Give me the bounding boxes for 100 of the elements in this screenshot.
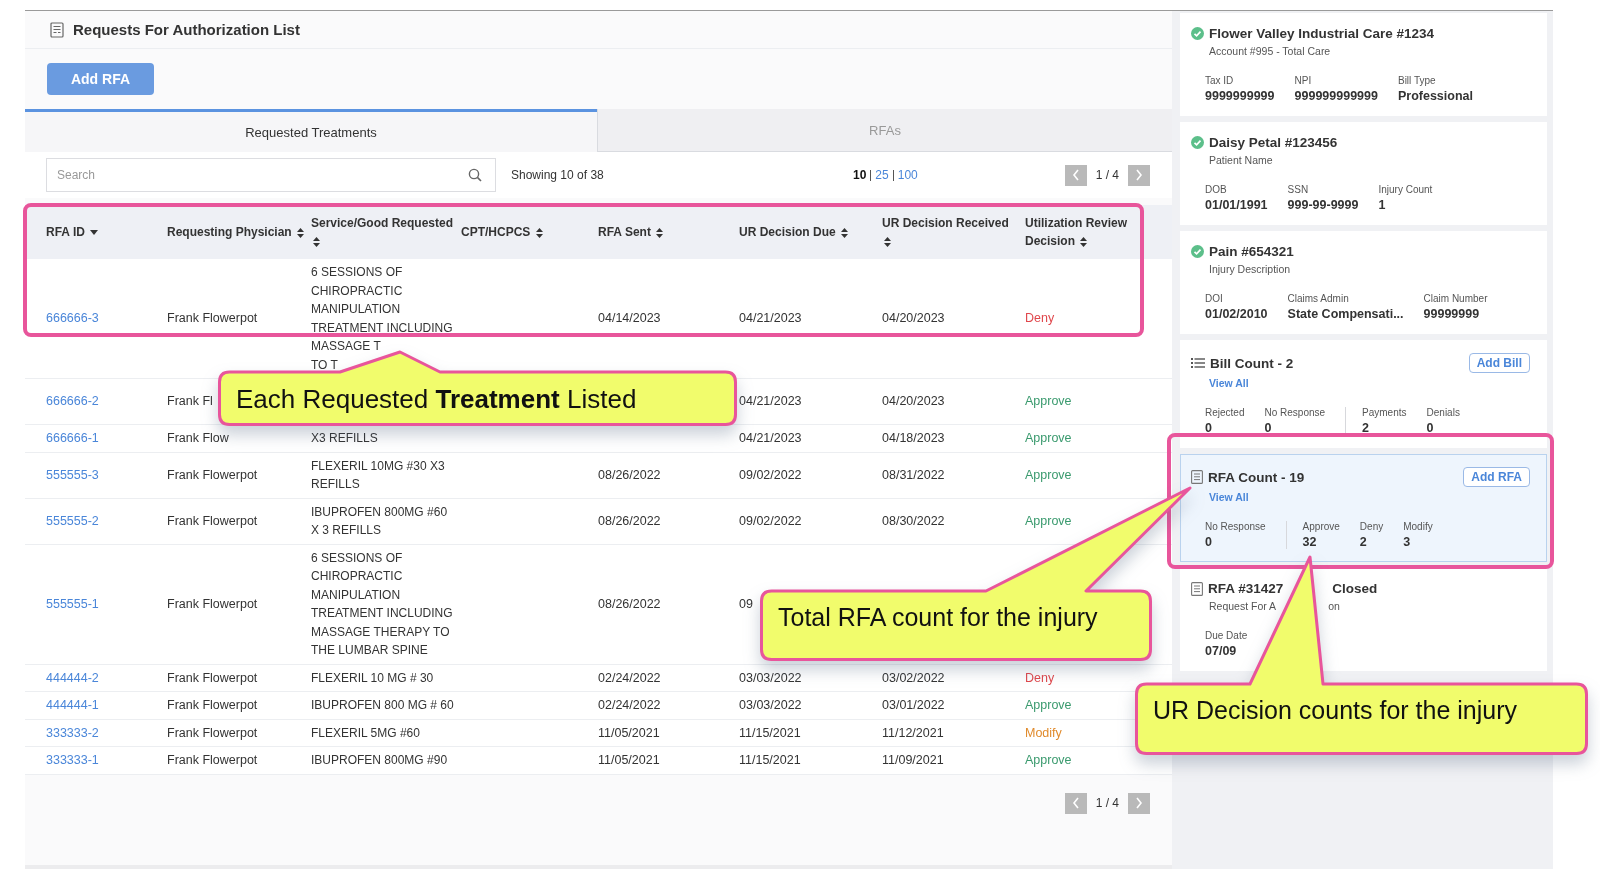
decision-text: Deny	[1025, 670, 1055, 685]
card-subtitle: on	[1328, 600, 1340, 612]
sort-icon	[656, 227, 664, 238]
field-label: DOI	[1205, 293, 1224, 304]
table-cell: Frank Flowerpot	[167, 753, 258, 767]
card-subtitle: Request For A	[1209, 600, 1277, 612]
stat-label: Deny	[1359, 521, 1384, 532]
column-header[interactable]: RFA Sent	[598, 223, 733, 241]
page-size-option[interactable]: 25	[870, 169, 893, 181]
rfa-id-link[interactable]: 555555-1	[46, 596, 99, 611]
sort-icon	[884, 236, 891, 247]
table-cell: Frank Flowerpot	[167, 725, 258, 740]
stat-value: 2	[1359, 535, 1368, 549]
add-button[interactable]: Add RFA	[1463, 467, 1530, 487]
rfa-id-link[interactable]: 555555-2	[46, 513, 99, 528]
table-cell-text: FLEXERIL 10 MG # 30	[311, 669, 435, 687]
stat-value: 0	[1426, 421, 1435, 435]
table-cell: 08/26/2022	[598, 596, 661, 611]
column-header[interactable]: RFA ID	[46, 223, 161, 241]
add-button[interactable]: Add Bill	[1468, 353, 1530, 373]
view-all-link[interactable]: View All	[1209, 377, 1249, 389]
table-cell: 09/02/2022	[739, 513, 802, 528]
page-indicator: 1 / 4	[1094, 796, 1120, 810]
tab[interactable]: Requested Treatments	[25, 109, 597, 152]
rfa-id-link[interactable]: 555555-3	[46, 467, 99, 482]
field-value: State Compensati...	[1287, 307, 1404, 321]
decision-text: Approve	[1025, 394, 1072, 409]
column-header[interactable]: UR Decision Received	[882, 214, 1019, 250]
table-cell: Frank Flow	[167, 431, 229, 445]
chevron-right-icon	[1135, 797, 1143, 809]
rfa-id-link[interactable]: 333333-1	[46, 753, 99, 767]
card-subtitle: Account #995 - Total Care	[1209, 45, 1331, 57]
table-cell: 02/24/2022	[598, 670, 661, 685]
rfa-id-link[interactable]: 444444-1	[46, 698, 99, 712]
decision-text: Modify	[1025, 725, 1062, 740]
sort-icon	[297, 227, 305, 238]
sort-icon	[1080, 236, 1088, 247]
search-field[interactable]: Search	[46, 158, 496, 192]
table-cell-text: 6 SESSIONS OF CHIROPRACTIC MANIPULATION TREATMENT INCLUDING MASSAGE THERAPY TO THE LUMBAR SPINE	[311, 549, 454, 659]
column-header[interactable]: CPT/HCPCS	[461, 223, 592, 241]
field-label: Claim Number	[1423, 293, 1488, 304]
column-header[interactable]: Utilization Review Decision	[1025, 214, 1166, 250]
stat-value: 2	[1362, 421, 1370, 435]
stat-value: 32	[1302, 535, 1318, 549]
card-subtitle: Injury Description	[1209, 263, 1291, 275]
card-subtitle: Patient Name	[1209, 154, 1273, 166]
field-label: Tax ID	[1205, 75, 1235, 86]
table-cell-text: FLEXERIL 5MG #60	[311, 724, 421, 742]
column-header[interactable]: Service/Good Requested	[311, 214, 455, 250]
table-cell-text: IBUPROFEN 800MG #60 X 3 REFILLS	[311, 503, 449, 539]
field-label: Claims Admin	[1287, 293, 1350, 304]
stat-value: 3	[1403, 535, 1412, 549]
decision-text: Approve	[1025, 513, 1072, 528]
decision-text: Approve	[1025, 698, 1072, 712]
previous-page-button[interactable]	[1064, 792, 1087, 814]
sort-icon	[535, 227, 543, 238]
rfa-id-link[interactable]: 333333-2	[46, 725, 99, 740]
rfa-id-link[interactable]: 666666-2	[46, 394, 99, 409]
page-size-option[interactable]: 100	[892, 169, 922, 181]
next-page-button[interactable]	[1128, 164, 1150, 186]
field-value: Professional	[1397, 89, 1473, 103]
rfa-id-link[interactable]: 444444-2	[46, 670, 99, 685]
card-title: Pain #654321	[1209, 244, 1294, 259]
table-cell: 11/15/2021	[739, 753, 801, 767]
decision-text: Approve	[1025, 431, 1072, 445]
rfa-id-link[interactable]: 666666-1	[46, 431, 99, 445]
add-rfa-button[interactable]: Add RFA	[47, 63, 154, 95]
table-cell: Frank Fl	[167, 394, 213, 409]
sort-icon	[313, 236, 320, 247]
field-value: 999-99-9999	[1287, 198, 1359, 212]
stat-value: 0	[1205, 421, 1213, 435]
table-cell: 11/09/2021	[882, 753, 944, 767]
column-header[interactable]: Requesting Physician	[167, 223, 305, 241]
chevron-left-icon	[1071, 797, 1080, 809]
table-cell: 04/20/2023	[882, 394, 945, 409]
rfa-id-link[interactable]: 666666-3	[46, 311, 99, 326]
page-size-option[interactable]: 10	[853, 169, 871, 181]
sort-descending-icon	[90, 230, 99, 236]
next-page-button[interactable]	[1128, 792, 1150, 814]
stat-label: No Response	[1205, 521, 1266, 532]
callout-text: UR Decision counts for the injury	[1152, 695, 1519, 726]
form-icon	[50, 21, 64, 38]
view-all-link[interactable]: View All	[1209, 491, 1249, 503]
stat-label: Approve	[1302, 521, 1340, 532]
field-value: 9999999999	[1205, 89, 1275, 103]
chevron-left-icon	[1071, 169, 1080, 181]
page-indicator: 1 / 4	[1094, 168, 1120, 182]
field-value: 01/02/2010	[1205, 307, 1268, 321]
card-title: Daisy Petal #123456	[1209, 135, 1338, 150]
table-cell: 08/30/2022	[882, 513, 945, 528]
previous-page-button[interactable]	[1064, 164, 1087, 186]
column-header[interactable]: UR Decision Due	[739, 223, 876, 241]
stat-label: Modify	[1403, 521, 1433, 532]
check-circle-icon	[1191, 27, 1204, 40]
tab[interactable]: RFAs	[597, 109, 1172, 152]
card-title: RFA #31427	[1208, 581, 1284, 596]
table-cell: 04/20/2023	[882, 311, 945, 326]
check-circle-icon	[1191, 245, 1204, 258]
field-value: 999999999999	[1294, 89, 1378, 103]
card-title: Flower Valley Industrial Care #1234	[1209, 26, 1435, 41]
